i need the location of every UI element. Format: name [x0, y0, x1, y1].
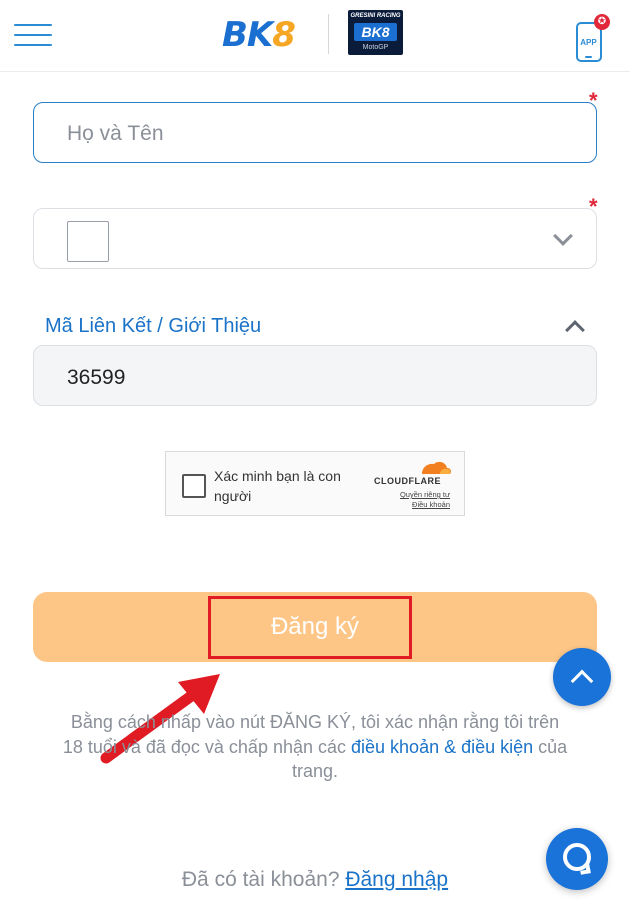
- login-prompt: Đã có tài khoản? Đăng nhập: [0, 868, 630, 892]
- bk8-logo[interactable]: BK8: [222, 12, 317, 58]
- partner-top-text: GRESINI RACING: [350, 13, 401, 19]
- hamburger-menu-icon[interactable]: [14, 22, 52, 48]
- privacy-link[interactable]: Quyền riêng tư: [362, 490, 450, 500]
- app-label: APP: [580, 38, 597, 47]
- cloudflare-captcha: Xác minh bạn là con người CLOUDFLARE Quy…: [165, 451, 465, 516]
- captcha-label: Xác minh bạn là con người: [214, 468, 341, 504]
- terms-conditions-link[interactable]: điều khoản & điều kiện: [351, 737, 533, 757]
- logo-bk-text: BK: [222, 15, 273, 55]
- logo-8-text: 8: [272, 15, 296, 55]
- chevron-up-icon: [565, 320, 585, 340]
- partner-mid-text: BK8: [354, 23, 397, 41]
- country-select[interactable]: [33, 208, 597, 269]
- referral-code-value: 36599: [67, 366, 126, 389]
- flag-placeholder: [67, 221, 109, 262]
- star-badge-icon: ✪: [594, 14, 610, 30]
- captcha-links: Quyền riêng tư Điều khoản: [362, 490, 450, 510]
- top-header: BK8 GRESINI RACING BK8 MotoGP APP ✪: [0, 0, 630, 72]
- login-link[interactable]: Đăng nhập: [345, 868, 448, 891]
- terms-small-link[interactable]: Điều khoản: [362, 500, 450, 510]
- referral-code-input[interactable]: 36599: [33, 345, 597, 406]
- highlight-annotation-box: [208, 596, 412, 659]
- logo-divider: [328, 14, 329, 54]
- app-download-button[interactable]: APP ✪: [574, 14, 610, 62]
- registration-page: BK8 GRESINI RACING BK8 MotoGP APP ✪ * Họ…: [0, 0, 630, 909]
- login-prompt-text: Đã có tài khoản?: [181, 868, 346, 891]
- collapse-referral-button[interactable]: [562, 315, 588, 340]
- scroll-to-top-button[interactable]: [553, 648, 611, 706]
- terms-notice: Bằng cách nhấp vào nút ĐĂNG KÝ, tôi xác …: [60, 710, 570, 784]
- full-name-input[interactable]: Họ và Tên: [33, 102, 597, 163]
- chevron-up-icon: [570, 669, 594, 693]
- chevron-down-icon: [553, 226, 573, 246]
- partner-bottom-text: MotoGP: [362, 44, 389, 51]
- captcha-checkbox[interactable]: [182, 474, 206, 498]
- referral-label: Mã Liên Kết / Giới Thiệu: [45, 315, 262, 337]
- full-name-placeholder: Họ và Tên: [67, 122, 164, 145]
- partner-logo: GRESINI RACING BK8 MotoGP: [348, 10, 403, 55]
- cloudflare-brand: CLOUDFLARE: [374, 476, 441, 486]
